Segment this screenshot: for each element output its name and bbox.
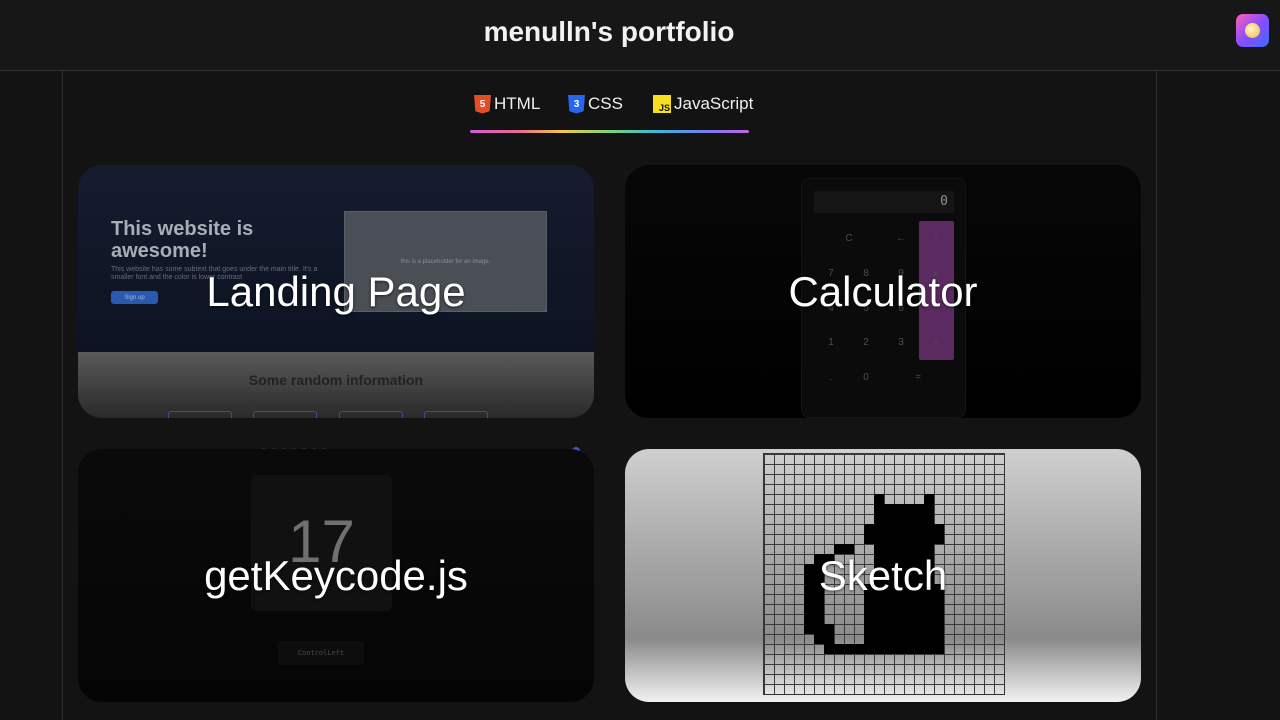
tab-html[interactable]: 5 HTML: [474, 92, 540, 116]
javascript-icon: JS: [653, 95, 671, 113]
project-title: getKeycode.js: [204, 551, 468, 599]
tab-label: HTML: [494, 94, 541, 113]
content-border-left: [62, 71, 63, 720]
tab-javascript[interactable]: JS JavaScript: [653, 92, 753, 116]
project-card-sketch[interactable]: Sketch: [625, 449, 1141, 702]
css3-icon: 3: [568, 94, 585, 114]
project-title: Landing Page: [206, 267, 466, 315]
tab-css[interactable]: 3 CSS: [568, 92, 623, 116]
content-border-right: [1156, 71, 1157, 720]
tech-filter-tabs: 5 HTML 3 CSS JS JavaScript: [470, 88, 753, 134]
theme-orb-icon: [1245, 23, 1260, 38]
theme-toggle-button[interactable]: [1236, 14, 1269, 47]
active-tab-underline: [470, 130, 749, 133]
site-header: menulln's portfolio: [0, 0, 1280, 71]
project-card-landing-page[interactable]: This website is awesome! This website ha…: [78, 165, 594, 418]
html5-icon: 5: [474, 94, 491, 114]
tab-label: CSS: [588, 94, 623, 113]
tab-label: JavaScript: [674, 94, 754, 113]
project-card-calculator[interactable]: 0 C ← ÷ 7 8 9 x 4 5 6 - 1 2 3 + . 0 = Ca…: [625, 165, 1141, 418]
site-title: menulln's portfolio: [483, 16, 735, 47]
project-card-getkeycode[interactable]: 17 ControlLeft getKeycode.js: [78, 449, 594, 702]
project-title: Sketch: [818, 551, 948, 599]
project-title: Calculator: [788, 267, 978, 315]
